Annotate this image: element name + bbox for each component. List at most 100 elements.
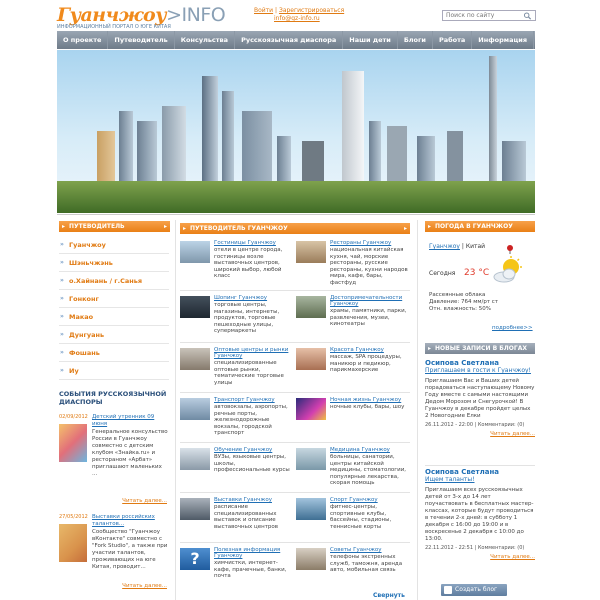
blog-author-link[interactable]: Осипова Светлана: [425, 469, 535, 476]
logo-main-text: Гуанчжоу: [57, 4, 167, 26]
card-title-link[interactable]: Обучение Гуанчжоу: [214, 447, 292, 453]
question-icon[interactable]: ?: [180, 548, 210, 570]
blog-title-link[interactable]: Ищем таланты!: [425, 476, 535, 483]
search-input[interactable]: Поиск по сайту: [442, 10, 536, 21]
guide-card-wholesale: Оптовые центры и рынки Гуанчжоу специали…: [180, 345, 294, 395]
nav-work[interactable]: Работа: [433, 31, 473, 49]
weather-country: Китай: [465, 243, 486, 250]
weather-more-link[interactable]: подробнее>>: [492, 325, 533, 331]
beauty-thumbnail[interactable]: [296, 348, 326, 370]
guide-item[interactable]: » Гуанчжоу: [59, 236, 169, 254]
guide-card-tips: Советы Гуанчжоу телефоны экстренных служ…: [296, 545, 410, 595]
create-blog-button[interactable]: Создать блог: [441, 584, 507, 596]
restaurants-thumbnail[interactable]: [296, 241, 326, 263]
guide-card-shopping: Шопинг Гуанчжоу торговые центры, магазин…: [180, 293, 294, 343]
arrow-right-icon: ▸: [163, 223, 167, 230]
nav-info[interactable]: Информация: [472, 31, 535, 49]
card-title-link[interactable]: Шопинг Гуанчжоу: [214, 295, 292, 301]
nav-guide[interactable]: Путеводитель: [108, 31, 175, 49]
weather-condition: Рассеянные облака: [429, 292, 486, 298]
hotels-thumbnail[interactable]: [180, 241, 210, 263]
guide-item[interactable]: » Иу: [59, 362, 169, 380]
guide-card-nightlife: Ночная жизнь Гуанчжоу ночные клубы, бары…: [296, 395, 410, 445]
card-text: храмы, памятники, парки, развлечения, му…: [330, 308, 407, 327]
nightlife-thumbnail[interactable]: [296, 398, 326, 420]
sun-cloud-icon: [493, 256, 522, 283]
events-section-title: СОБЫТИЯ РУССКОЯЗЫЧНОЙ ДИАСПОРЫ: [59, 390, 167, 406]
card-text: ВУЗы, языковые центры, школы, профессион…: [214, 454, 290, 473]
nav-blogs[interactable]: Блоги: [398, 31, 433, 49]
nav-diaspora[interactable]: Русскоязычная диаспора: [235, 31, 344, 49]
card-text: специализированные оптовые рынки, темати…: [214, 360, 284, 386]
blog-title-link[interactable]: Приглашаем в гости к Гуанчжоу!: [425, 367, 535, 374]
card-title-link[interactable]: Полезная информация Гуанчжоу: [214, 547, 292, 559]
card-title-link[interactable]: Транспорт Гуанчжоу: [214, 397, 292, 403]
guide-card-transport: Транспорт Гуанчжоу автовокзалы, аэропорт…: [180, 395, 294, 445]
card-title-link[interactable]: Гостиницы Гуанчжоу: [214, 240, 292, 246]
guide-item[interactable]: » Гонконг: [59, 290, 169, 308]
arrow-right-icon: ▸: [428, 345, 432, 352]
card-title-link[interactable]: Спорт Гуанчжоу: [330, 497, 408, 503]
blog-divider: [425, 465, 535, 466]
pushpin-icon: [507, 245, 513, 254]
weather-location: Гуанчжоу | Китай: [429, 243, 486, 250]
guide-card-exhibitions: Выставки Гуанчжоу расписание специализир…: [180, 495, 294, 545]
nav-about[interactable]: О проекте: [57, 31, 109, 49]
tips-thumbnail[interactable]: [296, 548, 326, 570]
event-image[interactable]: [59, 424, 87, 462]
guide-item[interactable]: » о.Хайнань / г.Санья: [59, 272, 169, 290]
event-image[interactable]: [59, 524, 87, 562]
event-text: Генеральное консульство России в Гуанчжо…: [92, 429, 168, 477]
card-title-link[interactable]: Достопримечательности Гуанчжоу: [330, 295, 408, 307]
event-title-link[interactable]: Выставки российских талантов...: [92, 514, 168, 528]
event-read-more[interactable]: Читать далее...: [122, 498, 167, 505]
guide-item-label: Фошань: [69, 349, 100, 357]
site-logo[interactable]: Гуанчжоу>INFO ИНФОРМАЦИОННЫЙ ПОРТАЛ О ЮГ…: [57, 4, 226, 30]
event-title-link[interactable]: Детский утренник 09 июня: [92, 414, 168, 428]
card-title-link[interactable]: Выставки Гуанчжоу: [214, 497, 292, 503]
card-title-link[interactable]: Рестораны Гуанчжоу: [330, 240, 408, 246]
medicine-thumbnail[interactable]: [296, 448, 326, 470]
banner-divider: [57, 214, 535, 215]
card-title-link[interactable]: Ночная жизнь Гуанчжоу: [330, 397, 408, 403]
guide-item[interactable]: » Макао: [59, 308, 169, 326]
guide-card-useful-info: ? Полезная информация Гуанчжоу химчистки…: [180, 545, 294, 595]
nav-consulates[interactable]: Консульства: [175, 31, 236, 49]
transport-thumbnail[interactable]: [180, 398, 210, 420]
guide-item-label: Макао: [69, 313, 94, 321]
exhibitions-thumbnail[interactable]: [180, 498, 210, 520]
card-title-link[interactable]: Красота Гуанчжоу: [330, 347, 408, 353]
weather-city-link[interactable]: Гуанчжоу: [429, 243, 460, 250]
event-read-more[interactable]: Читать далее...: [122, 583, 167, 590]
blog-read-more[interactable]: Читать далее...: [425, 554, 535, 561]
card-text: национальная китайская кухня, чай, морск…: [330, 247, 408, 286]
card-title-link[interactable]: Медицина Гуанчжоу: [330, 447, 408, 453]
card-title-link[interactable]: Оптовые центры и рынки Гуанчжоу: [214, 347, 292, 359]
email-link[interactable]: info@gz-info.ru: [274, 15, 320, 22]
education-thumbnail[interactable]: [180, 448, 210, 470]
search-icon[interactable]: [523, 12, 532, 20]
register-link[interactable]: Зарегистрироваться: [279, 7, 344, 14]
wholesale-thumbnail[interactable]: [180, 348, 210, 370]
blogs-section-title: НОВЫЕ ЗАПИСИ В БЛОГАХ: [435, 345, 527, 352]
blog-read-more[interactable]: Читать далее...: [425, 431, 535, 438]
sport-thumbnail[interactable]: [296, 498, 326, 520]
blog-author-link[interactable]: Осипова Светлана: [425, 360, 535, 367]
login-link[interactable]: Войти: [254, 7, 273, 14]
bullet-icon: »: [60, 367, 64, 374]
guide-item[interactable]: » Фошань: [59, 344, 169, 362]
nav-kids[interactable]: Наши дети: [343, 31, 398, 49]
card-title-link[interactable]: Советы Гуанчжоу: [330, 547, 408, 553]
card-text: фитнес-центры, спортивные клубы, бассейн…: [330, 504, 392, 530]
weather-today-label: Сегодня: [429, 270, 456, 277]
guide-item[interactable]: » Дунгуань: [59, 326, 169, 344]
guide-item[interactable]: » Шэньчжэнь: [59, 254, 169, 272]
shopping-thumbnail[interactable]: [180, 296, 210, 318]
card-text: массаж, SPA процедуры, маникюр и педикюр…: [330, 354, 402, 373]
sights-thumbnail[interactable]: [296, 296, 326, 318]
nav-afisha[interactable]: Афиша: [534, 31, 573, 49]
collapse-link[interactable]: Свернуть: [373, 592, 405, 599]
bullet-icon: »: [60, 331, 64, 338]
weather-section-title: ПОГОДА В ГУАНЧЖОУ: [435, 223, 513, 230]
city-guide-header: ▸ ПУТЕВОДИТЕЛЬ ГУАНЧЖОУ ▸: [180, 223, 410, 234]
